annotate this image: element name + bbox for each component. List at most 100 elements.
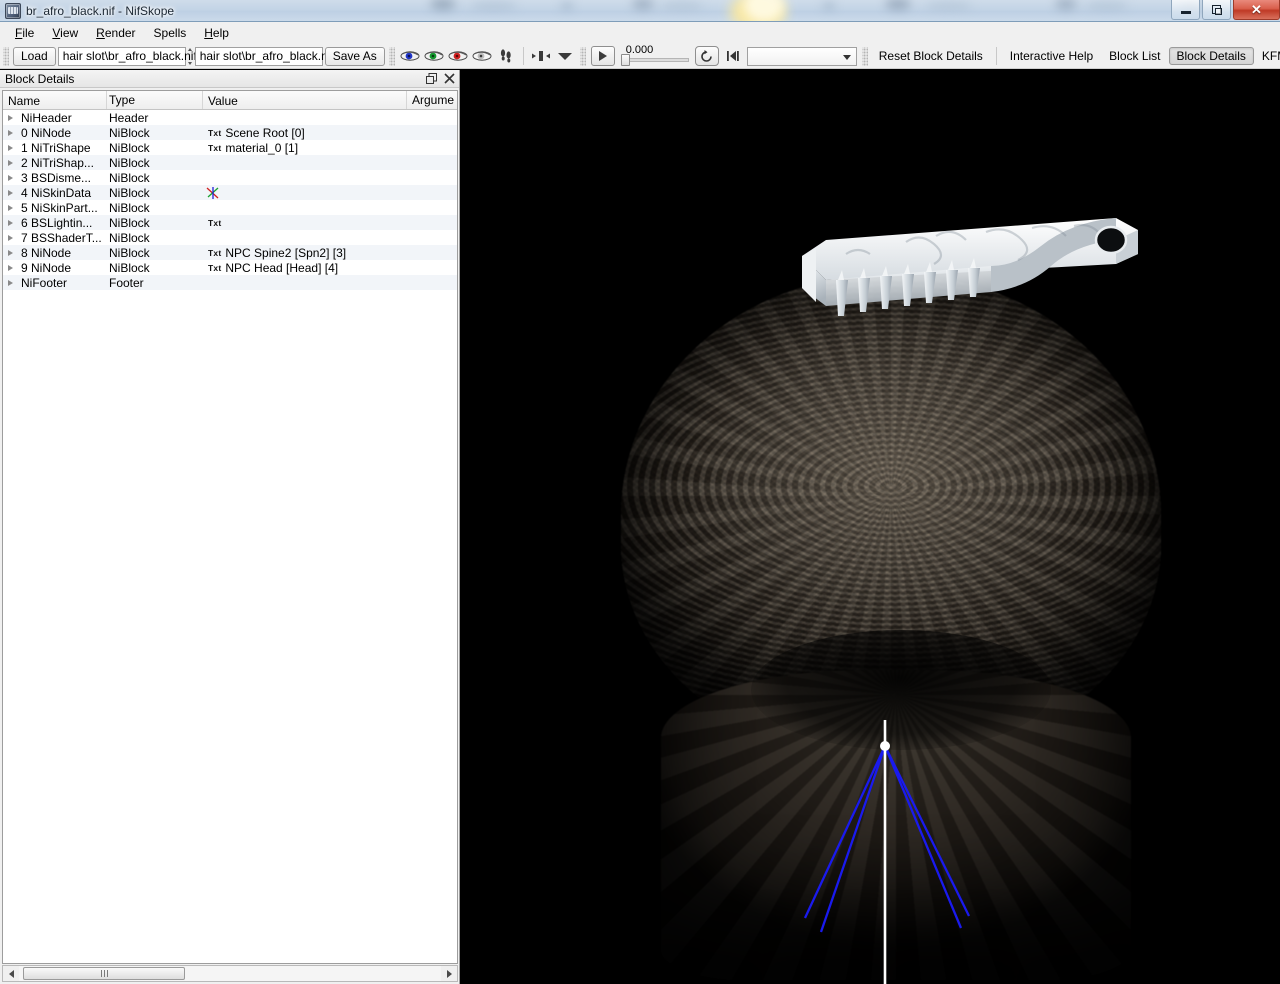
save-as-button[interactable]: Save As bbox=[324, 46, 385, 66]
step-end-button[interactable] bbox=[723, 47, 743, 65]
expand-arrow-icon[interactable] bbox=[3, 159, 17, 166]
expand-arrow-icon[interactable] bbox=[3, 114, 17, 121]
expand-arrow-icon[interactable] bbox=[3, 219, 17, 226]
expand-arrow-icon[interactable] bbox=[3, 249, 17, 256]
cell-type: NiBlock bbox=[109, 185, 150, 200]
kfm-button[interactable]: KFM bbox=[1254, 47, 1280, 65]
float-window-icon[interactable] bbox=[423, 71, 439, 87]
minimize-button[interactable] bbox=[1171, 0, 1200, 20]
close-icon[interactable] bbox=[441, 71, 457, 87]
window-controls: ✕ bbox=[1171, 0, 1280, 21]
scrollbar-thumb[interactable] bbox=[23, 967, 185, 980]
close-button[interactable]: ✕ bbox=[1233, 0, 1280, 20]
block-name-label: 7 BSShaderT... bbox=[21, 230, 102, 245]
cell-name: 0 NiNode bbox=[3, 126, 107, 140]
tree-horizontal-scrollbar[interactable] bbox=[2, 965, 458, 982]
menu-help[interactable]: Help bbox=[195, 24, 238, 42]
path-splitter[interactable] bbox=[188, 47, 193, 65]
slider-thumb[interactable] bbox=[620, 54, 630, 66]
open-path-field[interactable]: hair slot\br_afro_black.nif bbox=[57, 46, 197, 66]
chevron-down-icon bbox=[842, 54, 851, 60]
chevron-down-icon[interactable] bbox=[555, 47, 575, 65]
column-header-type[interactable]: Type bbox=[107, 91, 203, 109]
eye-green-icon[interactable] bbox=[424, 48, 444, 64]
eye-white-icon[interactable] bbox=[472, 48, 492, 64]
toolbar-grip-view[interactable] bbox=[388, 46, 395, 66]
expand-arrow-icon[interactable] bbox=[3, 189, 17, 196]
cell-type: NiBlock bbox=[109, 125, 150, 140]
center-axis-icon[interactable] bbox=[531, 47, 551, 65]
expand-arrow-icon[interactable] bbox=[3, 204, 17, 211]
table-row[interactable]: 6 BSLightin... NiBlock Txt bbox=[3, 215, 457, 230]
table-row[interactable]: 1 NiTriShape NiBlock Txt material_0 [1] bbox=[3, 140, 457, 155]
skeleton-node-lines bbox=[803, 720, 971, 984]
restore-icon bbox=[1212, 5, 1222, 15]
expand-arrow-icon[interactable] bbox=[3, 264, 17, 271]
restore-button[interactable] bbox=[1202, 0, 1231, 20]
table-row[interactable]: 3 BSDisme... NiBlock bbox=[3, 170, 457, 185]
expand-arrow-icon[interactable] bbox=[3, 234, 17, 241]
expand-arrow-icon[interactable] bbox=[3, 144, 17, 151]
table-row[interactable]: 0 NiNode NiBlock Txt Scene Root [0] bbox=[3, 125, 457, 140]
block-list-button[interactable]: Block List bbox=[1101, 47, 1168, 65]
footprints-icon[interactable] bbox=[496, 47, 516, 65]
cell-name: 3 BSDisme... bbox=[3, 171, 107, 185]
scroll-left-arrow[interactable] bbox=[3, 966, 19, 981]
scroll-right-arrow[interactable] bbox=[441, 966, 457, 981]
animation-time-slider[interactable]: 0.000 bbox=[619, 44, 691, 67]
expand-arrow-icon[interactable] bbox=[3, 174, 17, 181]
aero-glass-backdrop bbox=[0, 0, 1280, 21]
table-row[interactable]: 2 NiTriShap... NiBlock bbox=[3, 155, 457, 170]
cell-type: NiBlock bbox=[109, 260, 150, 275]
axis-gizmo-icon bbox=[205, 186, 221, 200]
eye-blue-icon[interactable] bbox=[400, 48, 420, 64]
block-details-tree: Name Type Value Argume NiHeader Header 0 N… bbox=[2, 90, 458, 964]
value-label: Scene Root [0] bbox=[225, 125, 305, 140]
cell-type: NiBlock bbox=[109, 215, 150, 230]
toolbar-grip-panels[interactable] bbox=[861, 46, 868, 66]
block-name-label: 3 BSDisme... bbox=[21, 170, 92, 185]
table-row[interactable]: 7 BSShaderT... NiBlock bbox=[3, 230, 457, 245]
table-row[interactable]: 4 NiSkinData NiBlock bbox=[3, 185, 457, 200]
cell-name: 1 NiTriShape bbox=[3, 141, 107, 155]
save-path-field[interactable]: hair slot\br_afro_black.nif bbox=[194, 46, 334, 66]
animation-time-value: 0.000 bbox=[625, 44, 654, 56]
nifskope-icon bbox=[5, 2, 21, 19]
title-bar: br_afro_black.nif - NifSkope ✕ bbox=[0, 0, 1280, 22]
menu-bar: File View Render Spells Help bbox=[0, 22, 1280, 44]
expand-arrow-icon[interactable] bbox=[3, 279, 17, 286]
column-header-argument[interactable]: Argume bbox=[407, 91, 457, 109]
load-button[interactable]: Load bbox=[13, 46, 56, 66]
block-details-button[interactable]: Block Details bbox=[1168, 47, 1254, 65]
scrollbar-grip-icon bbox=[100, 970, 108, 977]
table-row[interactable]: 8 NiNode NiBlock Txt NPC Spine2 [Spn2] [3] bbox=[3, 245, 457, 260]
menu-spells[interactable]: Spells bbox=[145, 24, 196, 42]
scrollbar-track[interactable] bbox=[19, 966, 441, 981]
table-row[interactable]: NiHeader Header bbox=[3, 110, 457, 125]
loop-button[interactable] bbox=[694, 46, 719, 66]
expand-arrow-icon[interactable] bbox=[3, 129, 17, 136]
interactive-help-button[interactable]: Interactive Help bbox=[1002, 47, 1101, 65]
table-row[interactable]: 9 NiNode NiBlock Txt NPC Head [Head] [4] bbox=[3, 260, 457, 275]
play-button[interactable] bbox=[590, 46, 615, 66]
txt-marker-icon: Txt bbox=[208, 247, 222, 258]
render-viewport[interactable] bbox=[461, 70, 1280, 984]
menu-file[interactable]: File bbox=[6, 24, 43, 42]
cell-value: Txt Scene Root [0] bbox=[203, 126, 407, 140]
menu-view[interactable]: View bbox=[43, 24, 87, 42]
close-icon: ✕ bbox=[1251, 2, 1262, 17]
toolbar-grip-file[interactable] bbox=[3, 46, 9, 66]
menu-render[interactable]: Render bbox=[87, 24, 144, 42]
column-header-value[interactable]: Value bbox=[203, 91, 407, 109]
eye-red-icon[interactable] bbox=[448, 48, 468, 64]
table-row[interactable]: NiFooter Footer bbox=[3, 275, 457, 290]
toolbar-grip-anim[interactable] bbox=[579, 46, 586, 66]
column-header-name[interactable]: Name bbox=[3, 91, 107, 109]
table-row[interactable]: 5 NiSkinPart... NiBlock bbox=[3, 200, 457, 215]
reset-block-details-button[interactable]: Reset Block Details bbox=[871, 47, 991, 65]
animation-select[interactable] bbox=[746, 46, 857, 66]
cell-value: Txt NPC Spine2 [Spn2] [3] bbox=[203, 246, 407, 260]
toolbar-separator-2 bbox=[995, 47, 997, 65]
block-name-label: 8 NiNode bbox=[21, 245, 72, 260]
value-label: material_0 [1] bbox=[225, 140, 299, 155]
